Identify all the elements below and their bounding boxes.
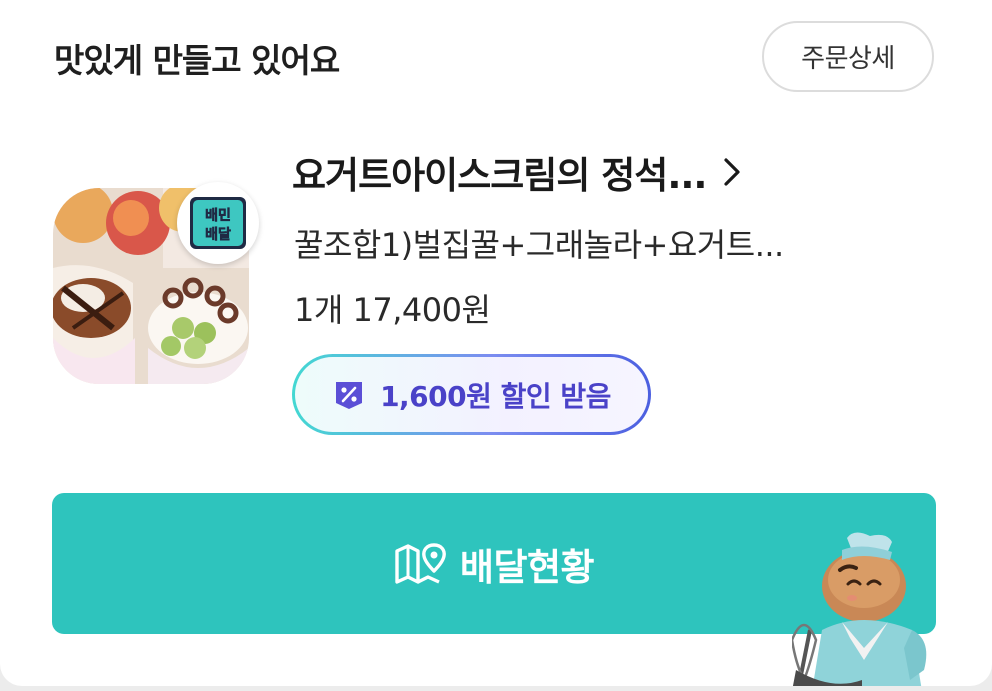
baemin-delivery-badge: 배민 배달: [177, 182, 259, 264]
chef-mascot-illustration: [792, 532, 927, 686]
quantity-price: 1개 17,400원: [294, 291, 491, 329]
chevron-right-icon: [723, 158, 740, 186]
menu-summary: 꿀조합1)벌집꿀+그래놀라+요거트...: [294, 226, 784, 264]
store-link[interactable]: 요거트아이스크림의 정석...: [292, 145, 741, 199]
discount-label: 1,600원 할인 받음: [380, 379, 611, 413]
badge-line2: 배달: [205, 227, 231, 243]
badge-line1: 배민: [205, 207, 231, 224]
order-detail-button[interactable]: 주문상세: [762, 21, 934, 92]
map-pin-icon: [395, 542, 446, 584]
order-status-card: 맛있게 만들고 있어요 주문상세 배민 배달 요거트아이스크림의 정석... 꿀…: [0, 0, 992, 686]
discount-coupon-icon: [336, 381, 363, 409]
discount-badge: 1,600원 할인 받음: [292, 354, 651, 435]
store-name: 요거트아이스크림의 정석...: [292, 154, 707, 197]
baemin-logo-icon: 배민 배달: [190, 197, 246, 249]
page-title: 맛있게 만들고 있어요: [54, 41, 340, 80]
delivery-status-label: 배달현황: [459, 545, 595, 589]
